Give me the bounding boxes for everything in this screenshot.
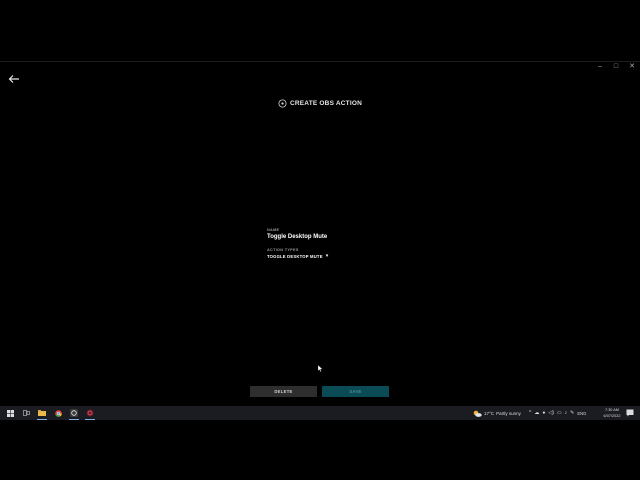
minimize-button[interactable]: – [595,63,605,71]
partly-sunny-icon [473,410,482,417]
action-types-label: ACTION TYPES [267,248,299,252]
action-type-select[interactable]: TOGGLE DESKTOP MUTE ▾ [267,253,387,260]
network-icon[interactable]: ▭ [557,406,562,420]
chevron-up-icon[interactable]: ^ [529,406,531,420]
action-type-value: TOGGLE DESKTOP MUTE [267,254,323,259]
taskbar-chrome[interactable] [50,406,66,420]
system-tray: ^ ☁ ● ◁) ▭ ♪ ✎ ENG [529,406,586,420]
page-title: CREATE OBS ACTION [289,100,362,107]
window-controls: – □ ✕ [595,63,637,71]
task-view-icon [22,410,30,416]
cloud-icon[interactable]: ☁ [534,406,539,420]
clock-date: 6/07/2022 [603,414,621,418]
volume-icon[interactable]: ◁) [548,406,554,420]
weather-desc: Partly sunny [496,410,521,416]
name-label: NAME [267,228,280,232]
app-circle-icon [86,409,94,417]
start-button[interactable] [2,406,18,420]
save-button[interactable]: SAVE [322,386,389,397]
clock[interactable]: 7:30 AM 6/07/2022 [601,407,623,419]
name-field[interactable]: Toggle Desktop Mute [267,234,387,240]
language-indicator[interactable]: ENG [577,411,586,416]
obs-action-form: NAME Toggle Desktop Mute ACTION TYPES TO… [267,228,387,259]
microphone-icon[interactable]: ● [542,406,545,420]
weather-widget[interactable]: 17°C Partly sunny [473,406,521,420]
chevron-down-icon: ▾ [325,253,329,259]
taskbar: 17°C Partly sunny ^ ☁ ● ◁) ▭ ♪ ✎ ENG 7:3… [0,406,640,420]
notification-icon[interactable] [626,409,634,417]
obs-icon [278,99,287,108]
app-window: – □ ✕ CREATE OBS ACTION NAME Toggle Desk… [0,61,640,406]
chrome-icon [54,409,62,417]
taskbar-app-red[interactable] [82,406,98,420]
pen-icon[interactable]: ✎ [570,406,574,420]
back-arrow-icon[interactable] [8,74,20,84]
maximize-button[interactable]: □ [611,63,621,71]
folder-icon [38,410,46,416]
close-button[interactable]: ✕ [627,63,637,71]
taskbar-app-active[interactable] [66,406,82,420]
app-g-icon [70,409,78,417]
windows-logo-icon [6,409,14,417]
weather-temp: 17°C [484,410,495,416]
page-header: CREATE OBS ACTION [0,99,640,108]
taskbar-file-explorer[interactable] [34,406,50,420]
task-view-button[interactable] [18,406,34,420]
mouse-cursor-icon [318,365,323,372]
speaker-icon[interactable]: ♪ [565,406,568,420]
delete-button[interactable]: DELETE [250,386,317,397]
